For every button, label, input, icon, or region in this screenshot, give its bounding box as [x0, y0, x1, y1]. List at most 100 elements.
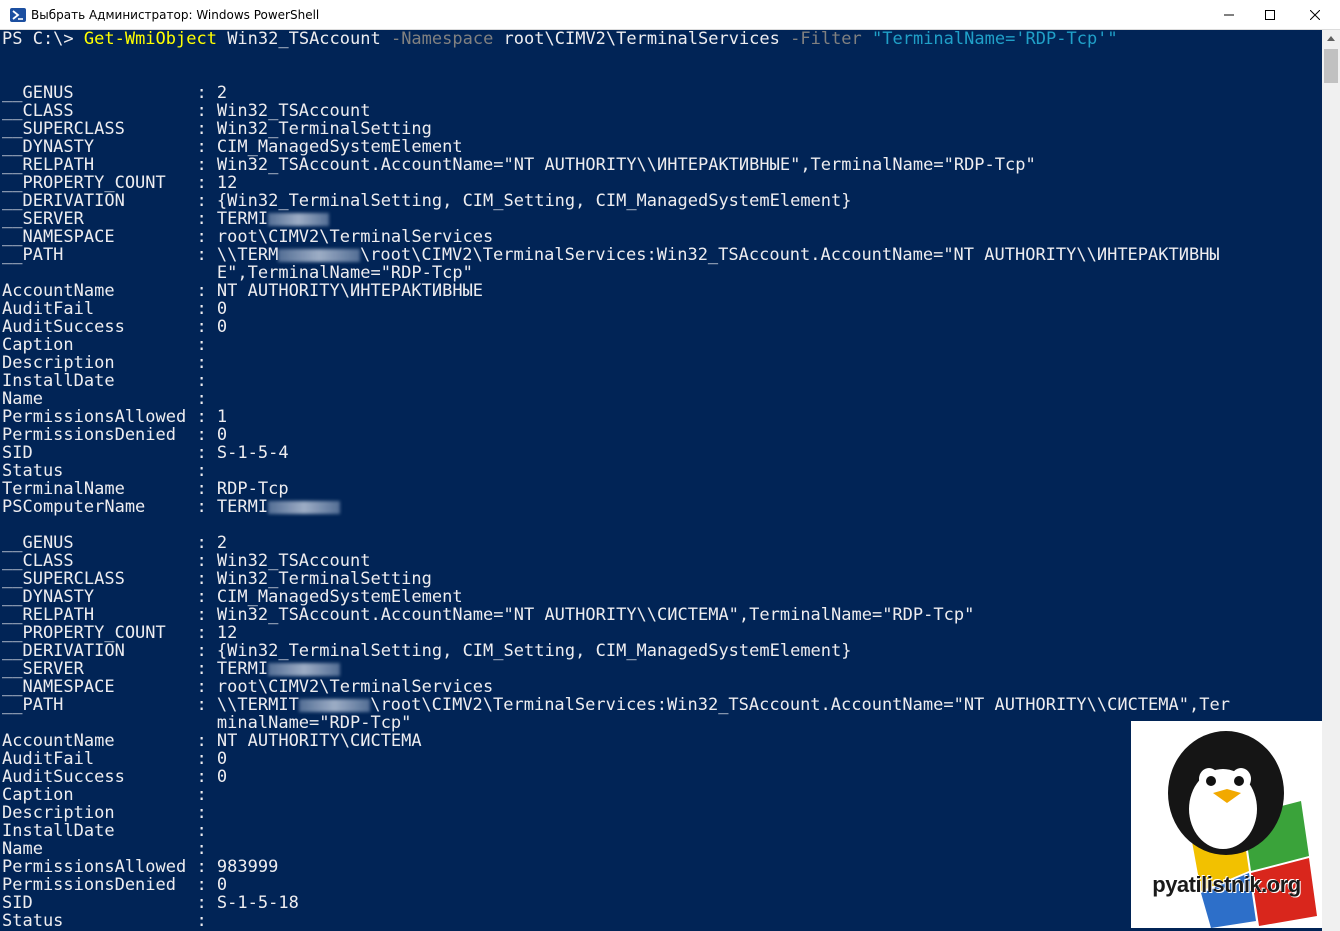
line-text: __RELPATH : Win32_TSAccount.AccountName=…: [2, 155, 1036, 175]
line-text: InstallDate :: [2, 821, 207, 841]
line-text-continued: \root\CIMV2\TerminalServices:Win32_TSAcc…: [370, 695, 1230, 715]
line-text: Caption :: [2, 785, 207, 805]
line-text: AuditSuccess : 0: [2, 767, 228, 787]
line-text: Name :: [2, 839, 207, 859]
output-line: __SUPERCLASS : Win32_TerminalSetting: [2, 120, 432, 138]
output-line: InstallDate :: [2, 372, 207, 390]
line-text: __DYNASTY : CIM_ManagedSystemElement: [2, 587, 463, 607]
output-line: __DYNASTY : CIM_ManagedSystemElement: [2, 138, 463, 156]
line-text: Description :: [2, 803, 207, 823]
output-line: __SUPERCLASS : Win32_TerminalSetting: [2, 570, 432, 588]
output-line: minalName="RDP-Tcp": [2, 714, 411, 732]
output-line: Name :: [2, 840, 207, 858]
output-line: PermissionsAllowed : 1: [2, 408, 227, 426]
line-text: __GENUS : 2: [2, 533, 228, 553]
line-text: TerminalName : RDP-Tcp: [2, 479, 289, 499]
scroll-up-button[interactable]: [1322, 30, 1340, 47]
line-text: PermissionsDenied : 0: [2, 425, 228, 445]
output-line: __GENUS : 2: [2, 534, 227, 552]
line-text: __RELPATH : Win32_TSAccount.AccountName=…: [2, 605, 975, 625]
redacted-text: [268, 500, 340, 514]
output-line: __CLASS : Win32_TSAccount: [2, 102, 370, 120]
command-line: PS C:\> Get-WmiObject Win32_TSAccount -N…: [2, 30, 1118, 48]
redacted-text: [268, 662, 340, 676]
line-text: __PATH : \\TERMIT: [2, 695, 299, 715]
output-line: __SERVER : TERMI: [2, 209, 330, 229]
output-line: __SERVER : TERMI: [2, 660, 340, 678]
line-text: Caption :: [2, 335, 207, 355]
output-line: Name :: [2, 390, 207, 408]
line-text: __PATH : \\TERM: [2, 245, 279, 265]
line-text: PSComputerName : TERMI: [2, 497, 269, 517]
output-line: AuditFail : 0: [2, 750, 227, 768]
output-line: __NAMESPACE : root\CIMV2\TerminalService…: [2, 678, 493, 696]
line-text: __SERVER : TERMI: [2, 659, 269, 679]
namespace-value: root\CIMV2\TerminalServices: [493, 30, 791, 49]
line-text: __CLASS : Win32_TSAccount: [2, 101, 371, 121]
line-text: __SUPERCLASS : Win32_TerminalSetting: [2, 119, 432, 139]
output-line: __DERIVATION : {Win32_TerminalSetting, C…: [2, 642, 852, 660]
output-line: Status :: [2, 462, 207, 480]
output-line: Description :: [2, 804, 207, 822]
output-line: PSComputerName : TERMI: [2, 498, 340, 516]
output-line: __GENUS : 2: [2, 84, 227, 102]
output-line: Caption :: [2, 786, 207, 804]
minimize-icon: [1224, 14, 1234, 16]
line-text: AuditSuccess : 0: [2, 317, 228, 337]
line-text: minalName="RDP-Tcp": [2, 713, 412, 733]
prompt: PS C:\>: [2, 30, 84, 49]
output-line: AccountName : NT AUTHORITY\СИСТЕМА: [2, 732, 422, 750]
line-text-continued: \root\CIMV2\TerminalServices:Win32_TSAcc…: [359, 245, 1220, 265]
window-title: Выбрать Администратор: Windows PowerShel…: [31, 8, 320, 22]
output-line: __NAMESPACE : root\CIMV2\TerminalService…: [2, 228, 493, 246]
minimize-button[interactable]: [1206, 0, 1252, 30]
output-line: __DYNASTY : CIM_ManagedSystemElement: [2, 588, 463, 606]
filter-parameter: -Filter: [790, 30, 862, 49]
scroll-thumb[interactable]: [1324, 49, 1338, 83]
watermark-text: pyatilistnik.org: [1152, 872, 1301, 897]
output-line: AccountName : NT AUTHORITY\ИНТЕРАКТИВНЫЕ: [2, 282, 483, 300]
output-line: SID : S-1-5-4: [2, 444, 289, 462]
output-line: E",TerminalName="RDP-Tcp": [2, 264, 473, 282]
scroll-up-arrow-icon: [1327, 36, 1335, 41]
line-text: __GENUS : 2: [2, 83, 228, 103]
output-line: TerminalName : RDP-Tcp: [2, 480, 289, 498]
close-icon: [1310, 10, 1320, 20]
line-text: __DYNASTY : CIM_ManagedSystemElement: [2, 137, 463, 157]
output-line: PermissionsAllowed : 983999: [2, 858, 278, 876]
vertical-scrollbar[interactable]: [1322, 30, 1340, 931]
line-text: Status :: [2, 461, 207, 481]
maximize-icon: [1265, 10, 1275, 20]
console-output[interactable]: PS C:\> Get-WmiObject Win32_TSAccount -N…: [0, 30, 1322, 931]
output-line: PermissionsDenied : 0: [2, 876, 227, 894]
redacted-text: [298, 698, 371, 712]
line-text: Status :: [2, 911, 207, 931]
filter-value: "TerminalName='RDP-Tcp'": [861, 30, 1118, 49]
output-line: InstallDate :: [2, 822, 207, 840]
line-text: __SUPERCLASS : Win32_TerminalSetting: [2, 569, 432, 589]
output-line: __CLASS : Win32_TSAccount: [2, 552, 370, 570]
redacted-text: [278, 248, 360, 262]
watermark-logo: pyatilistnik.org: [1131, 721, 1322, 928]
output-line: Description :: [2, 354, 207, 372]
line-text: PermissionsAllowed : 1: [2, 407, 228, 427]
line-text: AuditFail : 0: [2, 299, 228, 319]
line-text: Name :: [2, 389, 207, 409]
output-line: __PATH : \\TERM \root\CIMV2\TerminalServi…: [2, 246, 1220, 264]
line-text: PermissionsDenied : 0: [2, 875, 228, 895]
line-text: SID : S-1-5-4: [2, 443, 289, 463]
line-text: __SERVER : TERMI: [2, 209, 269, 229]
line-text: PermissionsAllowed : 983999: [2, 857, 279, 877]
output-line: __RELPATH : Win32_TSAccount.AccountName=…: [2, 606, 974, 624]
line-text: __CLASS : Win32_TSAccount: [2, 551, 371, 571]
line-text: __NAMESPACE : root\CIMV2\TerminalService…: [2, 677, 494, 697]
powershell-icon[interactable]: [10, 8, 26, 22]
output-line: PermissionsDenied : 0: [2, 426, 227, 444]
output-line: AuditSuccess : 0: [2, 768, 227, 786]
output-line: __RELPATH : Win32_TSAccount.AccountName=…: [2, 156, 1036, 174]
close-button[interactable]: [1292, 0, 1338, 30]
cmdlet: Get-WmiObject: [83, 30, 217, 49]
output-line: __DERIVATION : {Win32_TerminalSetting, C…: [2, 192, 852, 210]
output-line: Caption :: [2, 336, 207, 354]
maximize-button[interactable]: [1247, 0, 1293, 30]
